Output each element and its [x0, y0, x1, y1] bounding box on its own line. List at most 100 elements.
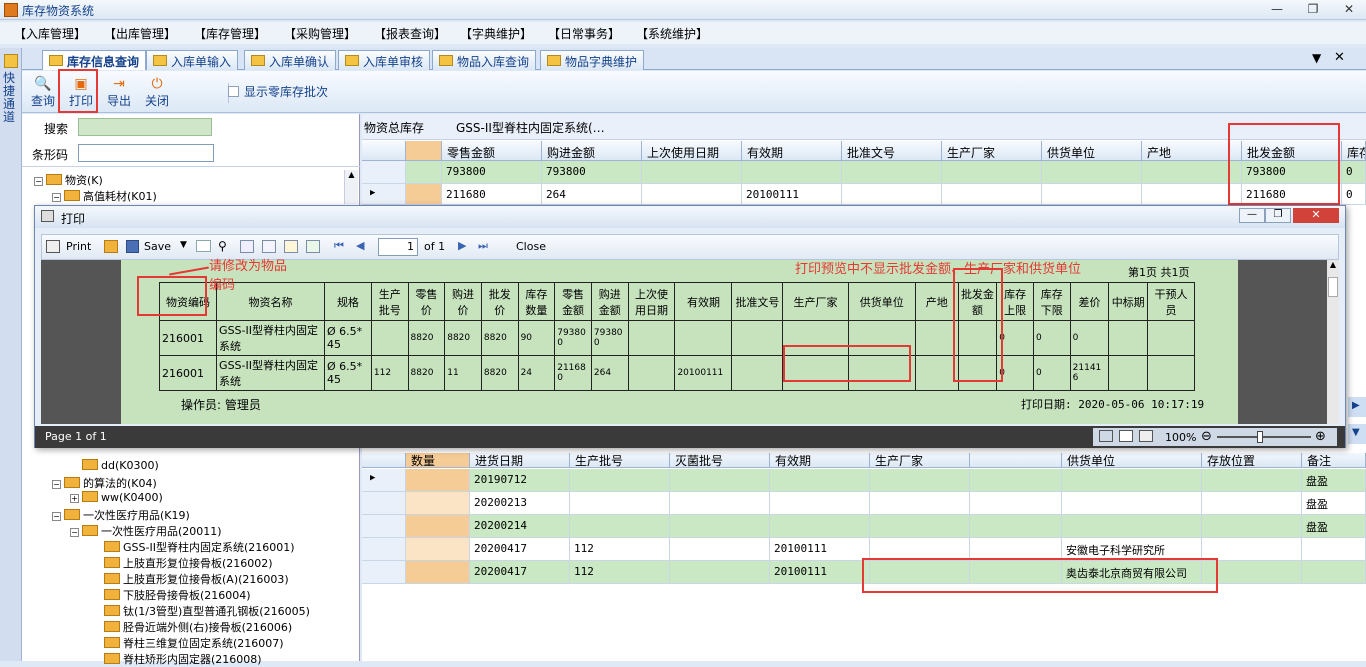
header-cell[interactable]: 备注	[1302, 453, 1366, 468]
row-header[interactable]	[362, 515, 406, 538]
header-cell[interactable]	[970, 453, 1062, 468]
row-selector-icon[interactable]: ▶	[362, 184, 406, 205]
setup-icon[interactable]	[262, 240, 276, 253]
first-page-icon[interactable]: ⏮	[334, 239, 344, 253]
tab-dropdown-icon[interactable]: ▼	[1312, 51, 1321, 65]
scroll-up-icon[interactable]: ▲	[1327, 260, 1339, 269]
barcode-input[interactable]	[78, 144, 214, 162]
expand-icon[interactable]: +	[70, 494, 79, 503]
header-cell[interactable]: 进货日期	[470, 453, 570, 468]
shortcut-strip[interactable]: 快捷通道	[0, 48, 22, 661]
zoom-out-icon[interactable]: ⊖	[1201, 429, 1212, 444]
table-row[interactable]: 20200213 盘盈	[362, 492, 1366, 515]
multi-page-icon[interactable]	[1139, 430, 1153, 442]
tree-node[interactable]: 下肢胫骨接骨板(216004)	[104, 587, 251, 603]
close-preview-button[interactable]: Close	[516, 240, 546, 253]
header-cell[interactable]: 生产批号	[570, 453, 670, 468]
tree-node[interactable]: − 物资(K)	[34, 172, 103, 188]
email-icon[interactable]	[196, 240, 211, 252]
header-cell[interactable]: 生产厂家	[942, 141, 1042, 161]
header-cell[interactable]: 供货单位	[1062, 453, 1202, 468]
tree-node[interactable]: − 高值耗材(K01)	[52, 188, 157, 204]
find-icon[interactable]: ⚲	[218, 239, 227, 253]
table-row[interactable]: 793800 793800 793800 0	[362, 161, 1366, 184]
tree-node[interactable]: 上肢直形复位接骨板(216002)	[104, 555, 273, 571]
table-row[interactable]: ▶ 20190712 盘盈	[362, 469, 1366, 492]
header-cell[interactable]: 购进金额	[542, 141, 642, 161]
header-cell[interactable]: 库存	[1342, 141, 1366, 161]
menu-system[interactable]: 【系统维护】	[636, 25, 708, 42]
query-button[interactable]: 🔍 查询	[26, 74, 60, 110]
table-row[interactable]: ▶ 211680 264 20100111 211680 0	[362, 184, 1366, 205]
tree-scrollbar[interactable]: ▲	[344, 170, 358, 204]
tree-node[interactable]: dd(K0300)	[82, 459, 159, 472]
header-cell[interactable]: 上次使用日期	[642, 141, 742, 161]
tree-node[interactable]: GSS-II型脊柱内固定系统(216001)	[104, 539, 295, 555]
edit-icon[interactable]	[284, 240, 298, 253]
scroll-down-icon[interactable]: ▼	[1348, 424, 1366, 444]
maximize-button[interactable]: ❐	[1302, 2, 1324, 18]
tab-inbound-input[interactable]: 入库单输入	[146, 50, 239, 70]
dialog-maximize-button[interactable]: ❐	[1265, 208, 1291, 223]
menu-stock[interactable]: 【库存管理】	[194, 25, 266, 42]
page-number-input[interactable]: 1	[378, 238, 418, 256]
single-page-icon[interactable]	[1119, 430, 1133, 442]
tab-item-inbound-query[interactable]: 物品入库查询	[432, 50, 537, 70]
tree-node[interactable]: 脊柱矫形内固定器(216008)	[104, 651, 262, 667]
prev-page-icon[interactable]: ◀	[356, 239, 364, 252]
tree-node[interactable]: 脊柱三维复位固定系统(216007)	[104, 635, 284, 651]
open-icon[interactable]	[104, 240, 118, 253]
tab-inbound-audit[interactable]: 入库单审核	[338, 50, 431, 70]
dialog-minimize-button[interactable]: —	[1239, 208, 1265, 223]
row-header[interactable]	[362, 161, 406, 184]
scroll-up-icon[interactable]: ▲	[345, 170, 358, 179]
menu-dictionary[interactable]: 【字典维护】	[460, 25, 532, 42]
header-cell[interactable]: 灭菌批号	[670, 453, 770, 468]
tree-node[interactable]: − 一次性医疗用品(20011)	[70, 523, 222, 539]
row-header[interactable]	[362, 538, 406, 561]
collapse-icon[interactable]: −	[70, 528, 79, 537]
header-cell[interactable]: 零售金额	[442, 141, 542, 161]
tab-stock-query[interactable]: 库存信息查询	[42, 50, 147, 70]
tree-node[interactable]: + ww(K0400)	[70, 491, 163, 504]
table-row[interactable]: 20200214 盘盈	[362, 515, 1366, 538]
tree-node[interactable]: 钛(1/3管型)直型普通孔钢板(216005)	[104, 603, 310, 619]
corner-cell[interactable]	[362, 141, 406, 161]
tree-node[interactable]: − 的算法的(K04)	[52, 475, 157, 491]
header-cell[interactable]	[406, 141, 442, 161]
header-cell[interactable]: 批准文号	[842, 141, 942, 161]
menu-daily[interactable]: 【日常事务】	[548, 25, 620, 42]
preview-scrollbar[interactable]: ▲	[1327, 260, 1339, 424]
close-window-button[interactable]: ✕	[1338, 2, 1360, 18]
show-zero-checkbox[interactable]	[228, 86, 239, 97]
export-button[interactable]: ⇥ 导出	[102, 74, 136, 110]
row-selector-icon[interactable]: ▶	[362, 469, 406, 492]
fit-page-icon[interactable]	[1099, 430, 1113, 442]
header-cell[interactable]: 有效期	[770, 453, 870, 468]
tab-item-dictionary[interactable]: 物品字典维护	[540, 50, 645, 70]
dialog-close-button[interactable]: ✕	[1293, 208, 1339, 223]
header-cell[interactable]: 有效期	[742, 141, 842, 161]
tab-inbound-confirm[interactable]: 入库单确认	[244, 50, 337, 70]
menu-reports[interactable]: 【报表查询】	[374, 25, 446, 42]
tree-node[interactable]: − 一次性医疗用品(K19)	[52, 507, 190, 523]
menu-purchase[interactable]: 【采购管理】	[284, 25, 356, 42]
tree-node[interactable]: 胫骨近端外侧(右)接骨板(216006)	[104, 619, 292, 635]
scroll-right-icon[interactable]: ▶	[1348, 397, 1366, 417]
header-cell[interactable]: 生产厂家	[870, 453, 970, 468]
collapse-icon[interactable]: −	[52, 512, 61, 521]
corner-cell[interactable]	[362, 453, 406, 468]
menu-outbound[interactable]: 【出库管理】	[104, 25, 176, 42]
minimize-button[interactable]: —	[1266, 2, 1288, 18]
header-cell[interactable]: 供货单位	[1042, 141, 1142, 161]
zoom-in-icon[interactable]: ⊕	[1315, 429, 1326, 444]
chevron-down-icon[interactable]: ▼	[180, 240, 187, 250]
tab-close-icon[interactable]: ✕	[1334, 50, 1345, 65]
scroll-thumb[interactable]	[1328, 277, 1338, 297]
header-cell[interactable]: 存放位置	[1202, 453, 1302, 468]
row-header[interactable]	[362, 492, 406, 515]
collapse-icon[interactable]: −	[34, 177, 43, 186]
tree-node[interactable]: 上肢直形复位接骨板(A)(216003)	[104, 571, 289, 587]
search-input[interactable]	[78, 118, 212, 136]
collapse-icon[interactable]: −	[52, 193, 61, 202]
